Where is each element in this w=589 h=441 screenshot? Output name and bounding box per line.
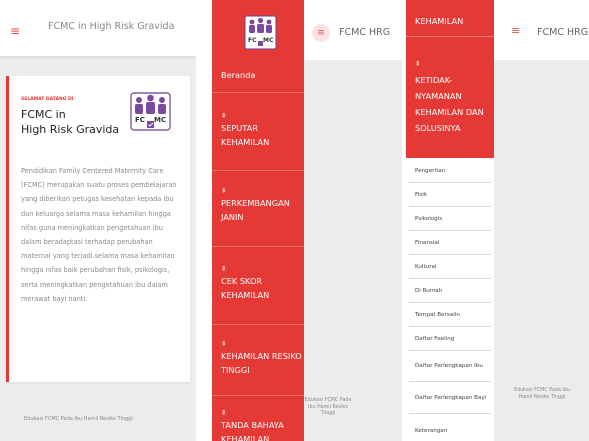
submenu-item-keterangan[interactable]: Keterangan xyxy=(409,420,491,441)
divider xyxy=(212,324,304,325)
navigation-drawer: KEHAMILAN ⇞ KETIDAK-NYAMANAN KEHAMILAN D… xyxy=(406,0,494,158)
hamburger-menu-icon[interactable]: ≡ xyxy=(511,25,520,36)
svg-text:FC: FC xyxy=(248,37,257,44)
fcmc-logo: FC MC xyxy=(244,15,277,50)
nav-item-kehamilan[interactable]: KEHAMILAN xyxy=(415,16,463,26)
fcmc-logo: FC MC xyxy=(130,92,171,131)
svg-text:FC: FC xyxy=(135,116,145,124)
nav-item-kehamilan-resiko-tinggi[interactable]: ⇞ KEHAMILAN RESIKO TINGGI xyxy=(212,339,304,377)
hamburger-menu-icon[interactable]: ≡ xyxy=(10,25,20,37)
drawer-screen: FC MC Beranda ⇞ SEPUTAR KEHAMILAN ⇞ PERK… xyxy=(212,0,402,441)
app-bar: ≡ FCMC HRG xyxy=(304,0,402,60)
submenu-item-perlengkapan-bayi[interactable]: Daftar Perlengkapan Bayi xyxy=(409,384,491,414)
submenu-item-psikologis[interactable]: Psikologis xyxy=(409,208,491,231)
footer-text: Edukasi FCMC Pada Ibu Hamil Resiko Tingg… xyxy=(514,388,570,400)
submenu-item-finansial[interactable]: Finansial xyxy=(409,232,491,255)
double-up-arrow-icon: ⇞ xyxy=(221,340,227,348)
nav-item-perkembangan-janin[interactable]: ⇞ PERKEMBANGAN JANIN xyxy=(212,186,304,224)
nav-item-label: CEK SKOR KEHAMILAN xyxy=(221,276,270,300)
footer-text: Edukasi FCMC Pada Ibu Hamil Resiko Tingg… xyxy=(304,398,352,416)
nav-item-label: KEHAMILAN RESIKO TINGGI xyxy=(221,351,302,375)
app-bar: ≡ FCMC in High Risk Gravida xyxy=(0,0,196,56)
double-up-arrow-icon: ⇞ xyxy=(221,265,227,273)
double-up-arrow-icon: ⇞ xyxy=(415,60,421,68)
nav-item-label: Beranda xyxy=(221,70,256,80)
double-up-arrow-icon: ⇞ xyxy=(221,112,227,120)
description-text: Pendidikan Family Centered Maternity Car… xyxy=(21,167,177,303)
hamburger-menu-icon[interactable]: ≡ xyxy=(312,24,330,42)
footer-text: Edukasi FCMC Pada Ibu Hamil Resiko Tingg… xyxy=(24,416,133,422)
submenu-item-pengertian[interactable]: Pengertian xyxy=(409,160,491,183)
app-title: FCMC HRG xyxy=(339,27,391,38)
nav-item-ketidaknyamanan-kehamilan[interactable]: KETIDAK-NYAMANAN KEHAMILAN DAN SOLUSINYA xyxy=(415,72,495,136)
submenu-list: Pengertian Fisik Psikologis Finansial Ku… xyxy=(406,158,494,441)
submenu-item-fisik[interactable]: Fisik xyxy=(409,184,491,207)
svg-text:MC: MC xyxy=(154,116,166,124)
card-title: FCMC in High Risk Gravida xyxy=(21,108,120,136)
welcome-card: SELAMAT DATANG DI FCMC in High Risk Grav… xyxy=(6,76,190,382)
divider xyxy=(212,170,304,171)
submenu-item-perlengkapan-ibu[interactable]: Daftar Perlengkapan Ibu xyxy=(409,352,491,382)
welcome-label: SELAMAT DATANG DI xyxy=(21,97,74,102)
app-title: FCMC in High Risk Gravida xyxy=(48,21,175,32)
nav-item-tanda-bahaya-kehamilan[interactable]: ⇞ TANDA BAHAYA KEHAMILAN xyxy=(212,408,304,441)
submenu-item-daftar-feeling[interactable]: Daftar Feeling xyxy=(409,328,491,351)
double-up-arrow-icon: ⇞ xyxy=(221,187,227,195)
submenu-item-kultural[interactable]: Kultural xyxy=(409,256,491,279)
drawer-header: FC MC xyxy=(212,0,304,60)
nav-item-beranda[interactable]: Beranda xyxy=(212,68,304,82)
app-bar: ≡ FCMC HRG xyxy=(494,0,589,60)
nav-item-label: SEPUTAR KEHAMILAN xyxy=(221,123,270,147)
navigation-drawer: FC MC Beranda ⇞ SEPUTAR KEHAMILAN ⇞ PERK… xyxy=(212,0,304,441)
nav-item-seputar-kehamilan[interactable]: ⇞ SEPUTAR KEHAMILAN xyxy=(212,111,304,149)
divider xyxy=(212,246,304,247)
nav-item-cek-skor-kehamilan[interactable]: ⇞ CEK SKOR KEHAMILAN xyxy=(212,264,304,302)
divider xyxy=(212,395,304,396)
home-screen: ≡ FCMC in High Risk Gravida SELAMAT DATA… xyxy=(0,0,196,441)
app-title: FCMC HRG xyxy=(537,27,589,38)
divider xyxy=(406,36,494,37)
submenu-item-di-rumah[interactable]: Di Rumah xyxy=(409,280,491,303)
svg-text:MC: MC xyxy=(263,37,274,44)
submenu-screen: KEHAMILAN ⇞ KETIDAK-NYAMANAN KEHAMILAN D… xyxy=(406,0,589,441)
nav-item-label: TANDA BAHAYA KEHAMILAN xyxy=(221,420,284,441)
divider xyxy=(212,92,304,93)
double-up-arrow-icon: ⇞ xyxy=(221,409,227,417)
nav-item-label: PERKEMBANGAN JANIN xyxy=(221,198,290,222)
submenu-item-tempat-bersalin[interactable]: Tempat Bersalin xyxy=(409,304,491,327)
